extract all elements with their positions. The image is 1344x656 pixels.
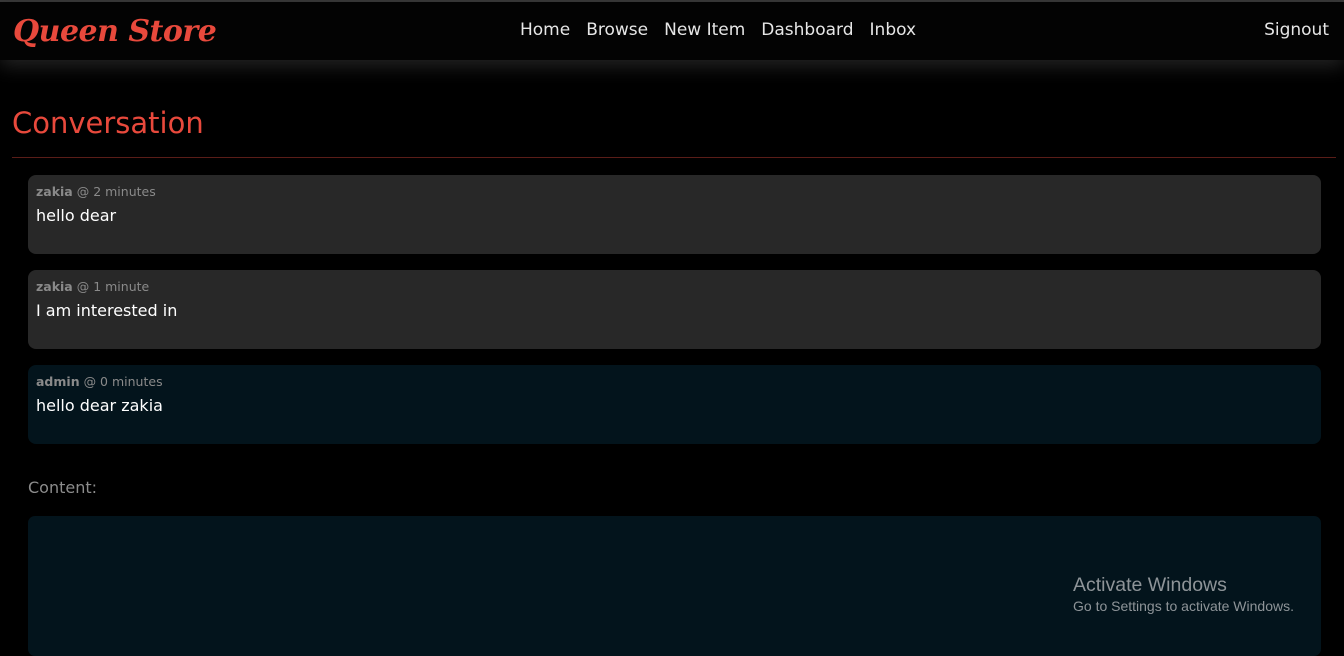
message-text: I am interested in <box>36 301 178 320</box>
message-time: @ 1 minute <box>76 279 150 294</box>
message-text: hello dear <box>36 206 117 225</box>
nav-inbox[interactable]: Inbox <box>870 20 917 40</box>
message-meta: admin @ 0 minutes <box>36 373 1313 391</box>
message-meta: zakia @ 1 minute <box>36 278 1313 296</box>
message-time: @ 2 minutes <box>76 184 156 199</box>
message-card: zakia @ 2 minutes hello dear <box>28 175 1321 254</box>
page-title: Conversation <box>12 106 204 140</box>
message-meta: zakia @ 2 minutes <box>36 183 1313 201</box>
watermark-subtitle: Go to Settings to activate Windows. <box>1073 598 1294 614</box>
message-card: zakia @ 1 minute I am interested in <box>28 270 1321 349</box>
navbar: Queen Store Home Browse New Item Dashboa… <box>0 2 1344 60</box>
main-nav: Home Browse New Item Dashboard Inbox <box>520 20 916 40</box>
message-author: admin <box>36 374 80 389</box>
message-author: zakia <box>36 279 73 294</box>
title-divider <box>12 157 1336 158</box>
watermark-title: Activate Windows <box>1073 574 1227 596</box>
message-card: admin @ 0 minutes hello dear zakia <box>28 365 1321 444</box>
signout-link[interactable]: Signout <box>1264 20 1329 40</box>
nav-new-item[interactable]: New Item <box>664 20 745 40</box>
brand-logo[interactable]: Queen Store <box>13 14 217 49</box>
nav-browse[interactable]: Browse <box>586 20 648 40</box>
message-author: zakia <box>36 184 73 199</box>
message-time: @ 0 minutes <box>83 374 163 389</box>
message-text: hello dear zakia <box>36 396 163 415</box>
nav-dashboard[interactable]: Dashboard <box>761 20 853 40</box>
activate-windows-watermark: Activate Windows Go to Settings to activ… <box>1073 573 1294 615</box>
nav-home[interactable]: Home <box>520 20 570 40</box>
content-label: Content: <box>28 478 98 497</box>
